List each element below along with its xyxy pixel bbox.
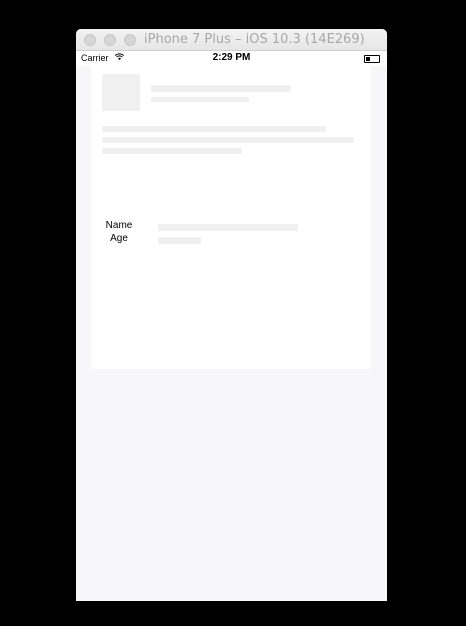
title-bar[interactable]: iPhone 7 Plus – iOS 10.3 (14E269) [76, 29, 387, 51]
battery-level [366, 57, 370, 61]
text-line-placeholder [102, 137, 354, 143]
zoom-window-button[interactable] [124, 34, 136, 46]
close-window-button[interactable] [84, 34, 96, 46]
text-line-placeholder [102, 148, 242, 154]
age-label: Age [110, 233, 128, 244]
text-line-placeholder [102, 126, 326, 132]
subtitle-placeholder [151, 97, 249, 102]
minimize-window-button[interactable] [104, 34, 116, 46]
name-label: Name [105, 220, 133, 231]
status-time: 2:29 PM [212, 52, 251, 63]
title-placeholder [151, 85, 291, 92]
simulator-window: iPhone 7 Plus – iOS 10.3 (14E269) Carrie… [76, 29, 387, 601]
window-title: iPhone 7 Plus – iOS 10.3 (14E269) [144, 32, 365, 47]
profile-card: Name Age [91, 66, 371, 369]
battery-tip [379, 57, 380, 60]
avatar-placeholder [102, 74, 140, 111]
age-value-placeholder [158, 237, 201, 244]
name-value-placeholder [158, 224, 298, 231]
status-bar: Carrier 2:29 PM [76, 51, 387, 66]
battery-icon [364, 55, 380, 63]
